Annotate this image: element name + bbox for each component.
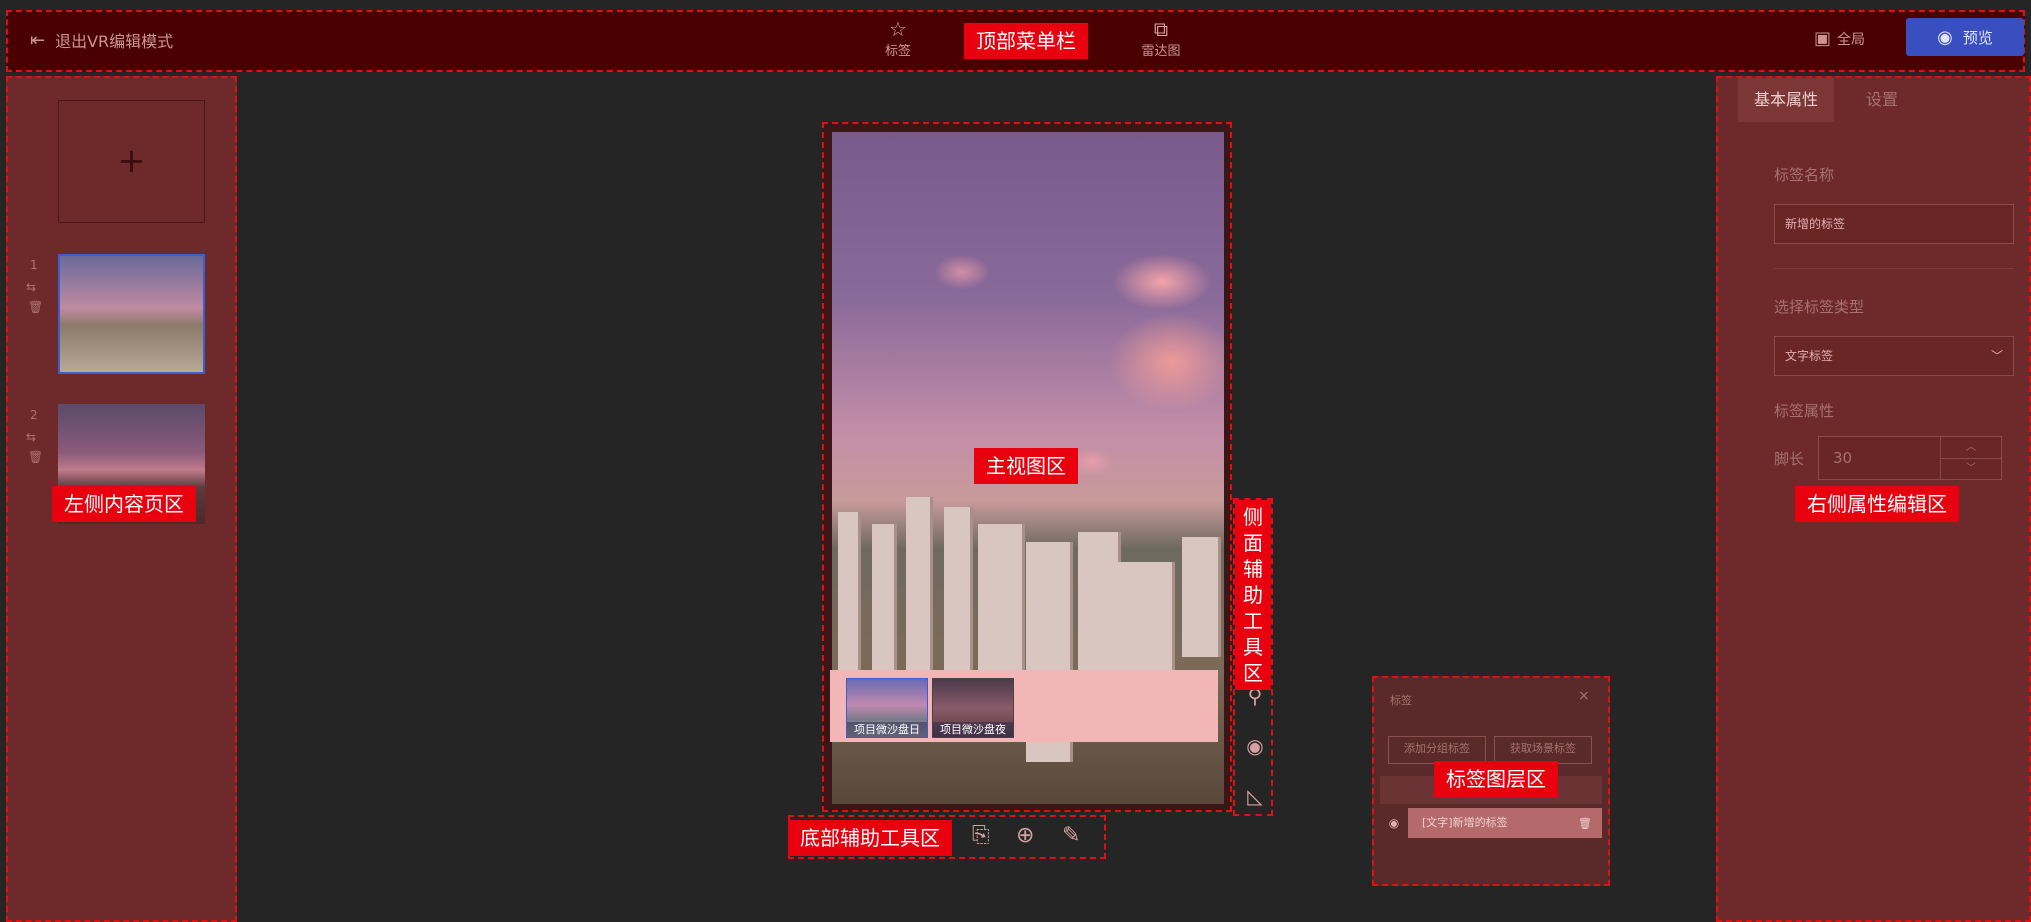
tag-name-input[interactable]: 新增的标签 <box>1774 204 2014 244</box>
overlay-tag-bottom-tools: 底部辅助工具区 <box>788 820 952 856</box>
swap-icon[interactable]: ⇆ <box>26 280 36 294</box>
overlay-tag-main-view: 主视图区 <box>974 448 1078 484</box>
close-icon[interactable]: × <box>1578 688 1590 704</box>
angle-icon[interactable]: ◺ <box>1235 784 1275 808</box>
tag-type-label: 选择标签类型 <box>1774 298 1865 316</box>
star-icon: ☆ <box>889 17 907 41</box>
thumbs-tool-icon[interactable]: ⎘ <box>972 823 990 848</box>
preview-label: 预览 <box>1962 28 1993 47</box>
overlay-tag-left-content: 左侧内容页区 <box>52 486 196 522</box>
tab-settings[interactable]: 设置 <box>1834 78 1930 122</box>
overlay-tag-right-props: 右侧属性编辑区 <box>1795 486 1959 522</box>
menu-tag-button[interactable]: ☆ 标签 <box>878 18 918 59</box>
stepper-down-icon[interactable]: ﹀ <box>1940 458 2001 479</box>
exit-icon: ⇤ <box>30 29 46 51</box>
crosshair-icon[interactable]: ⊕ <box>1016 823 1034 848</box>
radar-map-icon: ⧉ <box>1153 17 1169 41</box>
chevron-down-icon: ﹀ <box>1990 349 2003 363</box>
fullscreen-icon: ▣ <box>1814 28 1832 49</box>
page-index: 1 <box>30 258 38 272</box>
stepper-up-icon[interactable]: ︿ <box>1940 437 2001 459</box>
foot-length-label: 脚长 <box>1774 450 1805 468</box>
overlay-tag-top-menu: 顶部菜单栏 <box>964 23 1088 59</box>
add-page-button[interactable]: + <box>58 100 205 223</box>
overlay-tag-side-tools: 侧面辅助工具区 <box>1235 500 1271 690</box>
trash-icon[interactable]: 🗑 <box>1578 817 1592 830</box>
trash-icon[interactable]: 🗑 <box>28 450 43 464</box>
scene-bar: 项目微沙盘日 项目微沙盘夜 <box>830 670 1218 742</box>
tag-type-value: 文字标签 <box>1785 349 1834 363</box>
tag-attr-label: 标签属性 <box>1774 402 1835 420</box>
divider <box>1774 268 2014 269</box>
pen-icon[interactable]: ✎ <box>1062 823 1080 848</box>
scene-thumbnail[interactable]: 项目微沙盘夜 <box>932 678 1014 738</box>
fullscreen-label: 全局 <box>1837 31 1866 48</box>
scene-label: 项目微沙盘夜 <box>933 722 1013 737</box>
exit-vr-label: 退出VR编辑模式 <box>55 32 174 51</box>
layer-item-row[interactable]: ◉ [文字]新增的标签 🗑 <box>1380 808 1602 838</box>
tag-name-label: 标签名称 <box>1774 166 1835 184</box>
menu-tag-label: 标签 <box>884 44 911 59</box>
swap-icon[interactable]: ⇆ <box>26 430 36 444</box>
menu-radar-label: 雷达图 <box>1141 44 1181 59</box>
preview-button[interactable]: ◉ 预览 <box>1906 18 2024 56</box>
overlay-tag-tag-layer: 标签图层区 <box>1434 761 1558 797</box>
layer-panel-title: 标签 <box>1390 694 1412 707</box>
layer-item-label: [文字]新增的标签 <box>1408 808 1602 838</box>
target-icon[interactable]: ◉ <box>1235 734 1275 758</box>
foot-length-value: 30 <box>1833 449 1853 467</box>
scene-thumbnail[interactable]: 项目微沙盘日 <box>846 678 928 738</box>
page-index: 2 <box>30 408 38 422</box>
menu-radar-button[interactable]: ⧉ 雷达图 <box>1136 18 1186 59</box>
exit-vr-button[interactable]: ⇤ 退出VR编辑模式 <box>30 28 173 52</box>
trash-icon[interactable]: 🗑 <box>28 300 43 314</box>
eye-icon[interactable]: ◉ <box>1380 816 1408 830</box>
scene-label: 项目微沙盘日 <box>847 722 927 737</box>
get-scene-tags-button[interactable]: 获取场景标签 <box>1494 736 1592 764</box>
page-thumbnail[interactable] <box>58 254 205 374</box>
fullscreen-button[interactable]: ▣ 全局 <box>1814 28 1865 49</box>
tab-basic-properties[interactable]: 基本属性 <box>1738 78 1834 122</box>
eye-icon: ◉ <box>1937 26 1953 48</box>
tag-type-select[interactable]: 文字标签 ﹀ <box>1774 336 2014 376</box>
foot-length-stepper[interactable]: 30 ︿ ﹀ <box>1818 436 2002 480</box>
add-group-tag-button[interactable]: 添加分组标签 <box>1388 736 1486 764</box>
